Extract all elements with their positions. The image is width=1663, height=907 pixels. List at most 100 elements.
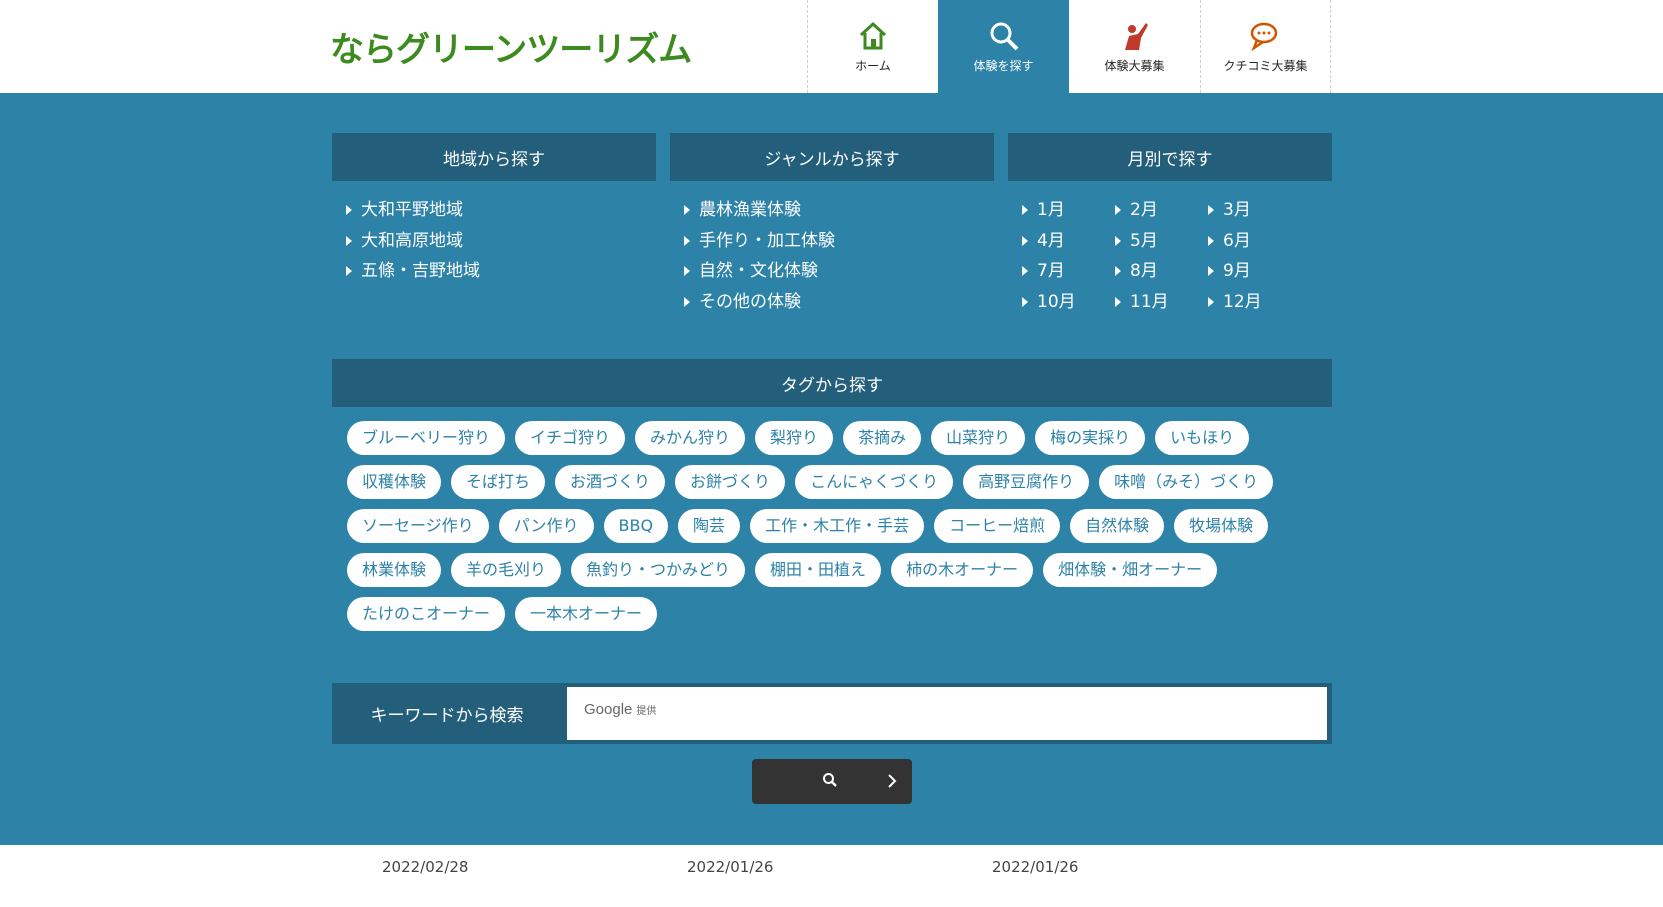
nav-recruit[interactable]: 体験大募集 [1069, 0, 1200, 93]
month-link[interactable]: 11月 [1115, 287, 1208, 318]
month-link[interactable]: 7月 [1022, 256, 1115, 287]
caret-right-icon [1115, 266, 1121, 277]
tag-heading: タグから探す [332, 359, 1332, 407]
caret-right-icon [1115, 205, 1121, 216]
chat-icon [1249, 19, 1283, 53]
search-submit-button[interactable] [752, 759, 912, 804]
region-link[interactable]: 五條・吉野地域 [346, 256, 656, 287]
tag-pill[interactable]: 味噌（みそ）づくり [1099, 465, 1274, 499]
news-date: 2022/01/26 [687, 858, 774, 876]
month-link-label: 2月 [1130, 200, 1158, 220]
caret-right-icon [1115, 235, 1121, 246]
genre-link[interactable]: 手作り・加工体験 [684, 226, 994, 257]
tag-pill[interactable]: 畑体験・畑オーナー [1043, 553, 1218, 587]
caret-right-icon [1022, 266, 1028, 277]
keyword-search-label: キーワードから検索 [370, 706, 524, 726]
tag-pill[interactable]: 一本木オーナー [515, 597, 658, 631]
genre-link[interactable]: 自然・文化体験 [684, 256, 994, 287]
home-icon [856, 19, 890, 53]
tag-pill[interactable]: コーヒー焙煎 [934, 509, 1061, 543]
month-link-label: 3月 [1223, 200, 1251, 220]
site-header: ならグリーンツーリズム ホーム 体験を探す 体験大募集 クチコミ大募集 [0, 0, 1663, 93]
region-link[interactable]: 大和平野地域 [346, 195, 656, 226]
caret-right-icon [346, 205, 352, 216]
tag-pill[interactable]: お餅づくり [675, 465, 786, 499]
caret-right-icon [1208, 235, 1214, 246]
tag-pill[interactable]: 茶摘み [843, 421, 922, 455]
month-link-label: 12月 [1223, 291, 1262, 312]
caret-right-icon [1115, 296, 1121, 307]
caret-right-icon [1208, 266, 1214, 277]
chevron-right-icon [886, 773, 898, 793]
month-link[interactable]: 4月 [1022, 226, 1115, 257]
tag-pill[interactable]: 自然体験 [1070, 509, 1165, 543]
tag-pill[interactable]: いもほり [1155, 421, 1250, 455]
month-link[interactable]: 1月 [1022, 195, 1115, 226]
keyword-search-bar: キーワードから検索 Google 提供 [332, 683, 1332, 744]
caret-right-icon [1208, 296, 1214, 307]
caret-right-icon [684, 266, 690, 277]
tag-pill[interactable]: 収穫体験 [347, 465, 442, 499]
tag-pill[interactable]: こんにゃくづくり [795, 465, 954, 499]
site-logo[interactable]: ならグリーンツーリズム [330, 22, 692, 71]
month-link[interactable]: 9月 [1208, 256, 1301, 287]
nav-search[interactable]: 体験を探す [938, 0, 1069, 93]
caret-right-icon [1208, 205, 1214, 216]
tag-pill[interactable]: 柿の木オーナー [891, 553, 1034, 587]
tag-pill[interactable]: 工作・木工作・手芸 [750, 509, 925, 543]
tag-pill[interactable]: ソーセージ作り [347, 509, 489, 543]
month-link-label: 5月 [1130, 230, 1158, 251]
month-link-label: 8月 [1130, 261, 1158, 281]
month-link[interactable]: 6月 [1208, 226, 1301, 257]
month-link[interactable]: 3月 [1208, 195, 1301, 226]
news-strip: 2022/02/28 2022/01/26 2022/01/26 [0, 845, 1663, 907]
tag-pill[interactable]: ブルーベリー狩り [347, 421, 506, 455]
month-link[interactable]: 2月 [1115, 195, 1208, 226]
nav-home[interactable]: ホーム [807, 0, 938, 93]
tag-pill[interactable]: 陶芸 [678, 509, 741, 543]
nav-home-label: ホーム [855, 59, 891, 73]
caret-right-icon [684, 296, 690, 307]
caret-right-icon [684, 235, 690, 246]
month-grid: 1月 2月 3月 4月 5月 6月 7月 8月 9月 10月 11月 12月 [1008, 195, 1332, 317]
month-link[interactable]: 10月 [1022, 287, 1115, 318]
news-date: 2022/02/28 [382, 858, 469, 876]
month-link[interactable]: 5月 [1115, 226, 1208, 257]
tag-pill[interactable]: 高野豆腐作り [963, 465, 1090, 499]
genre-link-label: その他の体験 [699, 291, 801, 312]
tag-pill[interactable]: 梨狩り [755, 421, 834, 455]
tag-pill[interactable]: 牧場体験 [1174, 509, 1269, 543]
region-link-label: 大和高原地域 [361, 230, 463, 251]
month-link[interactable]: 12月 [1208, 287, 1301, 318]
tag-pill[interactable]: イチゴ狩り [515, 421, 626, 455]
tag-pill[interactable]: 羊の毛刈り [451, 553, 562, 587]
region-list: 大和平野地域 大和高原地域 五條・吉野地域 [332, 195, 656, 287]
tag-pill[interactable]: そば打ち [451, 465, 546, 499]
tag-pill[interactable]: 林業体験 [347, 553, 442, 587]
genre-link[interactable]: 農林漁業体験 [684, 195, 994, 226]
tag-pill[interactable]: たけのこオーナー [347, 597, 506, 631]
tag-pill[interactable]: 棚田・田植え [755, 553, 882, 587]
nav-review[interactable]: クチコミ大募集 [1200, 0, 1331, 93]
region-link-label: 大和平野地域 [361, 200, 463, 220]
genre-link-label: 手作り・加工体験 [699, 230, 835, 251]
region-heading: 地域から探す [332, 133, 656, 181]
tag-pill[interactable]: 山菜狩り [931, 421, 1026, 455]
region-link-label: 五條・吉野地域 [361, 261, 480, 281]
tag-pill[interactable]: みかん狩り [635, 421, 746, 455]
tag-pill[interactable]: 魚釣り・つかみどり [571, 553, 746, 587]
tag-pill[interactable]: 梅の実採り [1035, 421, 1146, 455]
keyword-search-input[interactable] [567, 687, 1327, 740]
tag-pill[interactable]: お酒づくり [555, 465, 666, 499]
month-link[interactable]: 8月 [1115, 256, 1208, 287]
month-link-label: 10月 [1037, 291, 1076, 312]
genre-link-label: 自然・文化体験 [699, 261, 818, 281]
region-link[interactable]: 大和高原地域 [346, 226, 656, 257]
genre-link[interactable]: その他の体験 [684, 287, 994, 318]
tag-list: ブルーベリー狩り イチゴ狩り みかん狩り 梨狩り 茶摘み 山菜狩り 梅の実採り いもほり収穫体… [332, 407, 1332, 641]
tag-pill[interactable]: パン作り [498, 509, 594, 543]
month-link-label: 7月 [1037, 261, 1065, 281]
tag-pill[interactable]: BBQ [603, 509, 669, 543]
caret-right-icon [684, 205, 690, 216]
news-date: 2022/01/26 [992, 858, 1079, 876]
